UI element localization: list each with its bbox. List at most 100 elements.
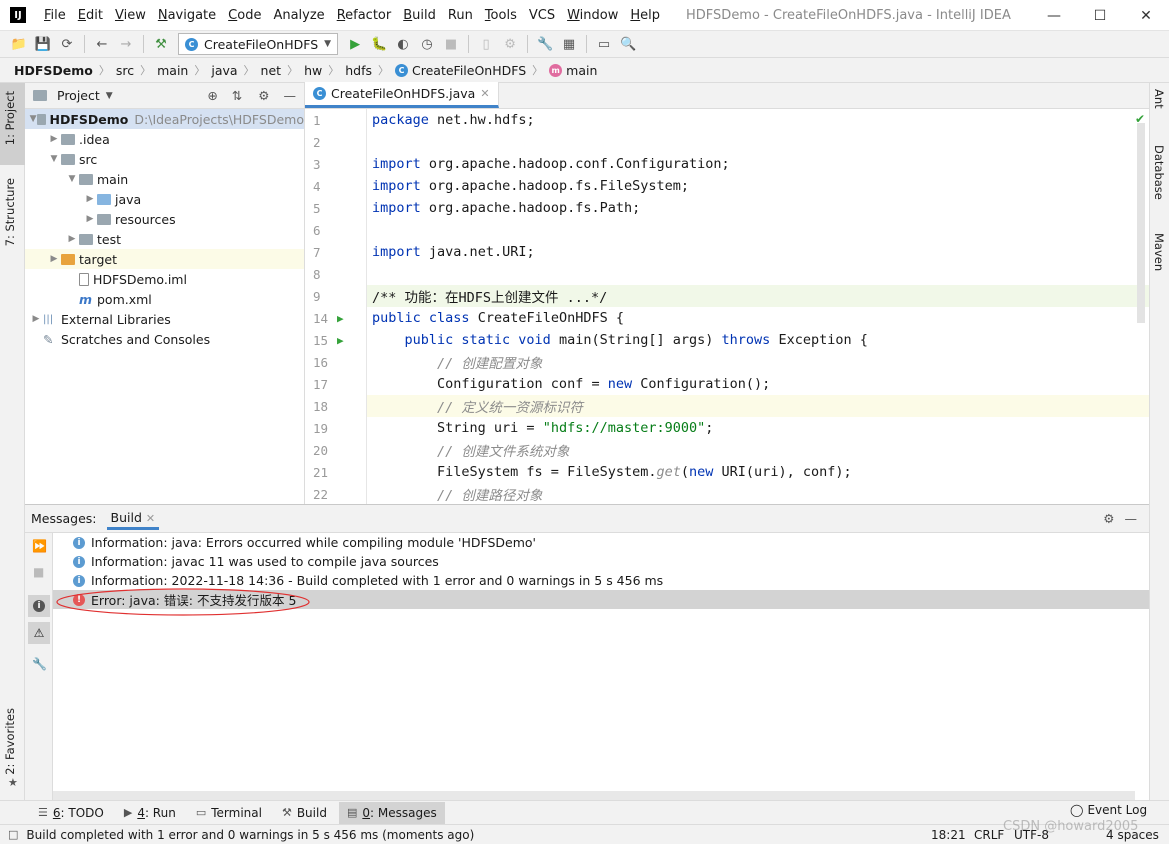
info-message-row[interactable]: i Information: javac 11 was used to compi… <box>53 552 1149 571</box>
run-icon[interactable]: ▶ <box>344 33 366 55</box>
breadcrumb-item[interactable]: hdfs <box>345 63 372 78</box>
hide-icon[interactable]: — <box>284 88 297 103</box>
code-line[interactable]: import org.apache.hadoop.fs.Path; <box>367 197 1149 219</box>
tool-tab-maven[interactable]: Maven <box>1152 233 1166 271</box>
show-warnings-toggle[interactable]: ⚠ <box>28 622 50 644</box>
menu-item[interactable]: Code <box>222 8 267 23</box>
tree-item[interactable]: ▼ src <box>25 149 304 169</box>
breadcrumb-item[interactable]: HDFSDemo <box>14 63 93 78</box>
menu-item[interactable]: File <box>38 8 72 23</box>
info-message-row[interactable]: i Information: java: Errors occurred whil… <box>53 533 1149 552</box>
tree-item[interactable]: ✎ Scratches and Consoles <box>25 329 304 349</box>
expand-arrow-icon[interactable]: ▼ <box>65 174 79 184</box>
expand-arrow-icon[interactable]: ▶ <box>65 234 79 244</box>
tree-item[interactable]: m pom.xml <box>25 289 304 309</box>
debug-icon[interactable]: 🐛 <box>368 33 390 55</box>
run-gutter-icon[interactable]: ▶ <box>337 334 344 347</box>
code-line[interactable]: import org.apache.hadoop.conf.Configurat… <box>367 153 1149 175</box>
caret-position[interactable]: 18:21 <box>931 828 966 842</box>
menu-item[interactable]: View <box>109 8 152 23</box>
menu-item[interactable]: Navigate <box>152 8 222 23</box>
wrench-icon[interactable]: 🔧 <box>32 657 47 671</box>
chevron-down-icon[interactable]: ▼ <box>106 91 113 101</box>
back-arrow-icon[interactable]: ← <box>91 33 113 55</box>
close-tab-icon[interactable]: ✕ <box>480 87 489 100</box>
tool-tab-database[interactable]: Database <box>1152 145 1166 200</box>
expand-arrow-icon[interactable]: ▶ <box>83 214 97 224</box>
editor-tab[interactable]: C CreateFileOnHDFS.java ✕ <box>305 82 499 108</box>
locate-icon[interactable]: ⊕ <box>207 88 217 103</box>
code-line[interactable] <box>367 219 1149 241</box>
code-line[interactable]: // 定义统一资源标识符 <box>367 395 1149 417</box>
code-line[interactable]: // 创建路径对象 <box>367 483 1149 504</box>
event-log-tab[interactable]: ◯ Event Log <box>1070 803 1147 817</box>
project-panel-title[interactable]: Project <box>57 88 100 103</box>
code-line[interactable]: // 创建文件系统对象 <box>367 439 1149 461</box>
breadcrumb-item[interactable]: src <box>116 63 134 78</box>
profile-icon[interactable]: ◷ <box>416 33 438 55</box>
terminal-window-icon[interactable]: ▭ <box>593 33 615 55</box>
code-line[interactable]: // 创建配置对象 <box>367 351 1149 373</box>
run-gutter-icon[interactable]: ▶ <box>337 312 344 325</box>
code-line[interactable]: String uri = "hdfs://master:9000"; <box>367 417 1149 439</box>
expand-arrow-icon[interactable]: ▼ <box>29 114 37 124</box>
breadcrumb-item[interactable]: C CreateFileOnHDFS <box>395 63 526 78</box>
status-toggle-icon[interactable]: □ <box>8 828 18 841</box>
bottom-tab[interactable]: ☰ 6: TODO <box>30 802 112 824</box>
close-tab-icon[interactable]: ✕ <box>146 512 155 525</box>
open-folder-icon[interactable]: 📁 <box>8 33 30 55</box>
breadcrumb-item[interactable]: m main <box>549 63 597 78</box>
expand-arrow-icon[interactable]: ▶ <box>47 254 61 264</box>
menu-item[interactable]: Run <box>442 8 479 23</box>
tree-item[interactable]: ▶ target <box>25 249 304 269</box>
bottom-tab[interactable]: ▭ Terminal <box>188 802 270 824</box>
minimize-icon[interactable]: — <box>1031 0 1077 31</box>
tool-tab-favorites[interactable]: 2: Favorites <box>3 708 17 775</box>
save-icon[interactable]: 💾 <box>32 33 54 55</box>
menu-item[interactable]: Window <box>561 8 624 23</box>
menu-item[interactable]: Refactor <box>331 8 398 23</box>
menu-item[interactable]: Build <box>397 8 442 23</box>
search-icon[interactable]: 🔍 <box>617 33 639 55</box>
build-hammer-icon[interactable]: ⚒ <box>150 33 172 55</box>
code-line[interactable]: public class CreateFileOnHDFS { <box>367 307 1149 329</box>
expand-arrow-icon[interactable]: ▶ <box>83 194 97 204</box>
show-info-toggle[interactable]: i <box>28 595 50 617</box>
code-line[interactable] <box>367 131 1149 153</box>
expand-arrow-icon[interactable]: ▶ <box>29 314 43 324</box>
project-structure-icon[interactable]: ▦ <box>558 33 580 55</box>
code-line[interactable]: public static void main(String[] args) t… <box>367 329 1149 351</box>
tree-item[interactable]: ▶ .idea <box>25 129 304 149</box>
tool-tab-project[interactable]: 1: Project <box>3 91 17 145</box>
breadcrumb-item[interactable]: java <box>211 63 237 78</box>
forward-arrow-icon[interactable]: → <box>115 33 137 55</box>
code-line[interactable]: import org.apache.hadoop.fs.FileSystem; <box>367 175 1149 197</box>
bottom-tab[interactable]: ▶ 4: Run <box>116 802 184 824</box>
menu-item[interactable]: VCS <box>523 8 561 23</box>
tool-tab-ant[interactable]: Ant <box>1152 89 1166 109</box>
menu-item[interactable]: Edit <box>72 8 109 23</box>
menu-item[interactable]: Analyze <box>267 8 330 23</box>
menu-item[interactable]: Help <box>624 8 666 23</box>
tree-item[interactable]: ▶ java <box>25 189 304 209</box>
gear-icon[interactable]: ⚙ <box>258 88 269 103</box>
rerun-icon[interactable]: ⏩ <box>32 539 47 553</box>
breadcrumb-item[interactable]: net <box>261 63 282 78</box>
device-icon[interactable]: ▯ <box>475 33 497 55</box>
code-line[interactable]: FileSystem fs = FileSystem. get(new URI(u… <box>367 461 1149 483</box>
tree-item[interactable]: ▼ HDFSDemo D:\IdeaProjects\HDFSDemo <box>25 109 304 129</box>
wrench-icon[interactable]: 🔧 <box>534 33 556 55</box>
code-line[interactable]: Configuration conf = new Configuration()… <box>367 373 1149 395</box>
bottom-tab[interactable]: ⚒ Build <box>274 802 335 824</box>
tree-item[interactable]: ▶ ||| External Libraries <box>25 309 304 329</box>
sync-icon[interactable]: ⟳ <box>56 33 78 55</box>
stop-icon[interactable]: ■ <box>440 33 462 55</box>
coverage-icon[interactable]: ◐ <box>392 33 414 55</box>
expand-arrow-icon[interactable]: ▼ <box>47 154 61 164</box>
code-line[interactable]: import java.net.URI; <box>367 241 1149 263</box>
hide-icon[interactable]: — <box>1125 511 1138 526</box>
expand-arrow-icon[interactable]: ▶ <box>47 134 61 144</box>
tab-build[interactable]: Build ✕ <box>106 508 160 530</box>
status-message[interactable]: Build completed with 1 error and 0 warni… <box>26 828 474 842</box>
tree-item[interactable]: ▼ main <box>25 169 304 189</box>
